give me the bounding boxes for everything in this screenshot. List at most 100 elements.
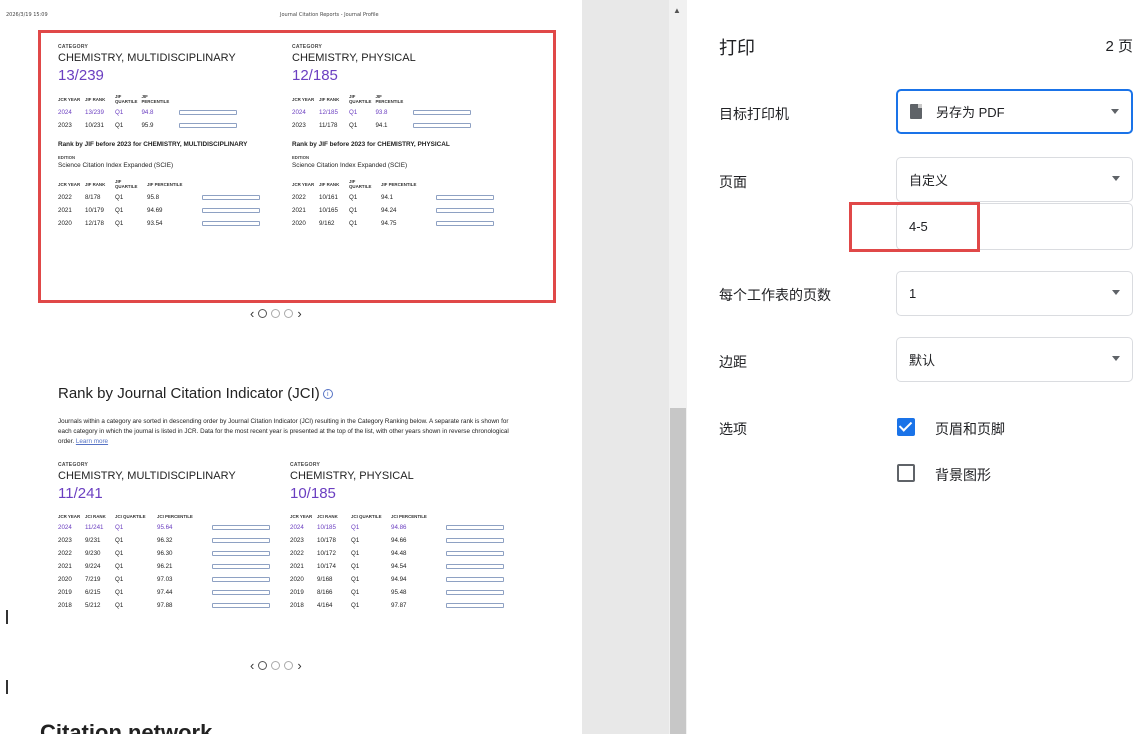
pages-select[interactable]: 自定义 [896, 157, 1133, 202]
percentile-bar [446, 602, 504, 608]
cell-year: 2022 [292, 194, 306, 201]
col-header: JCR YEAR [292, 181, 315, 187]
cell-year: 2024 [290, 524, 304, 531]
percentile-bar-cell [413, 119, 475, 132]
percentile-bar [413, 122, 472, 128]
col-header: JIF PERCENTILE [375, 94, 404, 104]
percentile-bar [436, 207, 494, 213]
percentile-bar-cell [212, 586, 274, 599]
background-graphics-checkbox[interactable] [897, 464, 915, 482]
cell-percentile: 97.87 [391, 602, 407, 609]
cell-rank: 10/174 [317, 563, 336, 570]
cell-year: 2021 [58, 563, 72, 570]
percentile-bar-cell [202, 191, 264, 204]
col-header: JIF QUARTILE [349, 94, 372, 104]
percentile-bar-cell [446, 586, 508, 599]
cell-rank: 12/185 [319, 109, 338, 116]
pager-dot[interactable] [271, 661, 281, 670]
col-header-bar [413, 94, 475, 106]
cell-year: 2023 [58, 537, 72, 544]
info-icon[interactable]: i [322, 389, 333, 400]
percentile-bar [446, 524, 504, 530]
percentile-bar-cell [202, 217, 264, 230]
category-name: CHEMISTRY, PHYSICAL [292, 52, 416, 64]
cell-year: 2018 [290, 602, 304, 609]
percentile-bar-cell [446, 573, 508, 586]
col-header: JCI RANK [317, 514, 338, 519]
pager-next-button[interactable]: › [297, 658, 301, 673]
cell-percentile: 97.88 [157, 602, 173, 609]
margins-select[interactable]: 默认 [896, 337, 1133, 382]
cell-quartile: Q1 [349, 194, 358, 201]
pager-prev-button[interactable]: ‹ [250, 658, 254, 673]
percentile-bar-cell [212, 599, 274, 612]
cell-rank: 9/162 [319, 220, 335, 227]
pager-dot[interactable] [284, 661, 294, 670]
cell-percentile: 97.44 [157, 589, 173, 596]
cell-percentile: 94.86 [391, 524, 407, 531]
percentile-bar [212, 524, 270, 530]
category-name: CHEMISTRY, MULTIDISCIPLINARY [58, 52, 236, 64]
rank-before-title: Rank by JIF before 2023 for CHEMISTRY, M… [58, 141, 248, 148]
jci-category-physical: CATEGORY CHEMISTRY, PHYSICAL 10/185 JCR … [290, 462, 530, 612]
table-row: 2020 7/219 Q1 97.03 [58, 573, 274, 586]
cell-percentile: 94.54 [391, 563, 407, 570]
table-row: 2024 13/239 Q1 94.8 [58, 106, 241, 119]
pager-dot[interactable] [271, 309, 281, 318]
cell-rank: 6/215 [85, 589, 101, 596]
category-rank: 11/241 [58, 485, 103, 502]
pages-per-sheet-select[interactable]: 1 [896, 271, 1133, 316]
pager-dot-active[interactable] [258, 309, 268, 318]
col-header: JIF RANK [85, 181, 106, 187]
category-name: CHEMISTRY, PHYSICAL [290, 470, 414, 482]
headers-footers-checkbox[interactable] [897, 418, 915, 436]
cell-percentile: 94.8 [141, 109, 154, 116]
percentile-bar [212, 576, 270, 582]
background-graphics-label[interactable]: 背景图形 [935, 465, 991, 485]
cell-quartile: Q1 [115, 207, 124, 214]
jif-table: JCR YEAR JIF RANK JIF QUARTILE JIF PERCE… [292, 94, 475, 132]
col-header-bar [436, 179, 498, 191]
cell-year: 2019 [290, 589, 304, 596]
percentile-bar-cell [179, 106, 241, 119]
print-settings-panel: 打印 2 页 目标打印机 另存为 PDF 页面 自定义 4-5 每个工作表的页数… [687, 0, 1137, 734]
chevron-down-icon [1112, 356, 1120, 361]
col-header-bar [212, 514, 274, 521]
col-header-bar [202, 179, 264, 191]
percentile-bar [212, 589, 270, 595]
category-rank: 10/185 [290, 485, 336, 502]
cell-quartile: Q1 [115, 589, 124, 596]
table-row: 2024 10/185 Q1 94.86 [290, 521, 508, 534]
cell-year: 2020 [290, 576, 304, 583]
category-rank: 13/239 [58, 67, 104, 84]
cell-quartile: Q1 [115, 550, 124, 557]
cell-year: 2024 [292, 109, 306, 116]
cell-quartile: Q1 [349, 207, 358, 214]
percentile-bar [446, 589, 504, 595]
header-title: Journal Citation Reports - Journal Profi… [280, 12, 379, 18]
table-row: 2022 9/230 Q1 96.30 [58, 547, 274, 560]
jci-title-text: Rank by Journal Citation Indicator (JCI) [58, 385, 320, 402]
scrollbar-thumb[interactable] [670, 408, 686, 734]
cell-rank: 11/241 [85, 524, 104, 531]
percentile-bar-cell [212, 521, 274, 534]
header-timestamp: 2026/3/19 15:09 [6, 12, 48, 18]
headers-footers-label[interactable]: 页眉和页脚 [935, 419, 1005, 439]
cell-quartile: Q1 [115, 563, 124, 570]
destination-select[interactable]: 另存为 PDF [896, 89, 1133, 134]
pager-dot[interactable] [284, 309, 294, 318]
cell-percentile: 95.8 [147, 194, 160, 201]
col-header: JIF QUARTILE [349, 179, 372, 189]
pager-prev-button[interactable]: ‹ [250, 306, 254, 321]
learn-more-link[interactable]: Learn more [76, 438, 108, 445]
category-label: CATEGORY [58, 44, 89, 50]
pager-next-button[interactable]: › [297, 306, 301, 321]
cell-percentile: 94.48 [391, 550, 407, 557]
percentile-bar [202, 220, 260, 226]
chevron-down-icon [1112, 290, 1120, 295]
scroll-up-arrow-icon[interactable]: ▲ [673, 6, 681, 15]
col-header: JIF PERCENTILE [381, 181, 417, 187]
col-header: JCR YEAR [58, 96, 81, 102]
cell-quartile: Q1 [351, 537, 360, 544]
pager-dot-active[interactable] [258, 661, 268, 670]
